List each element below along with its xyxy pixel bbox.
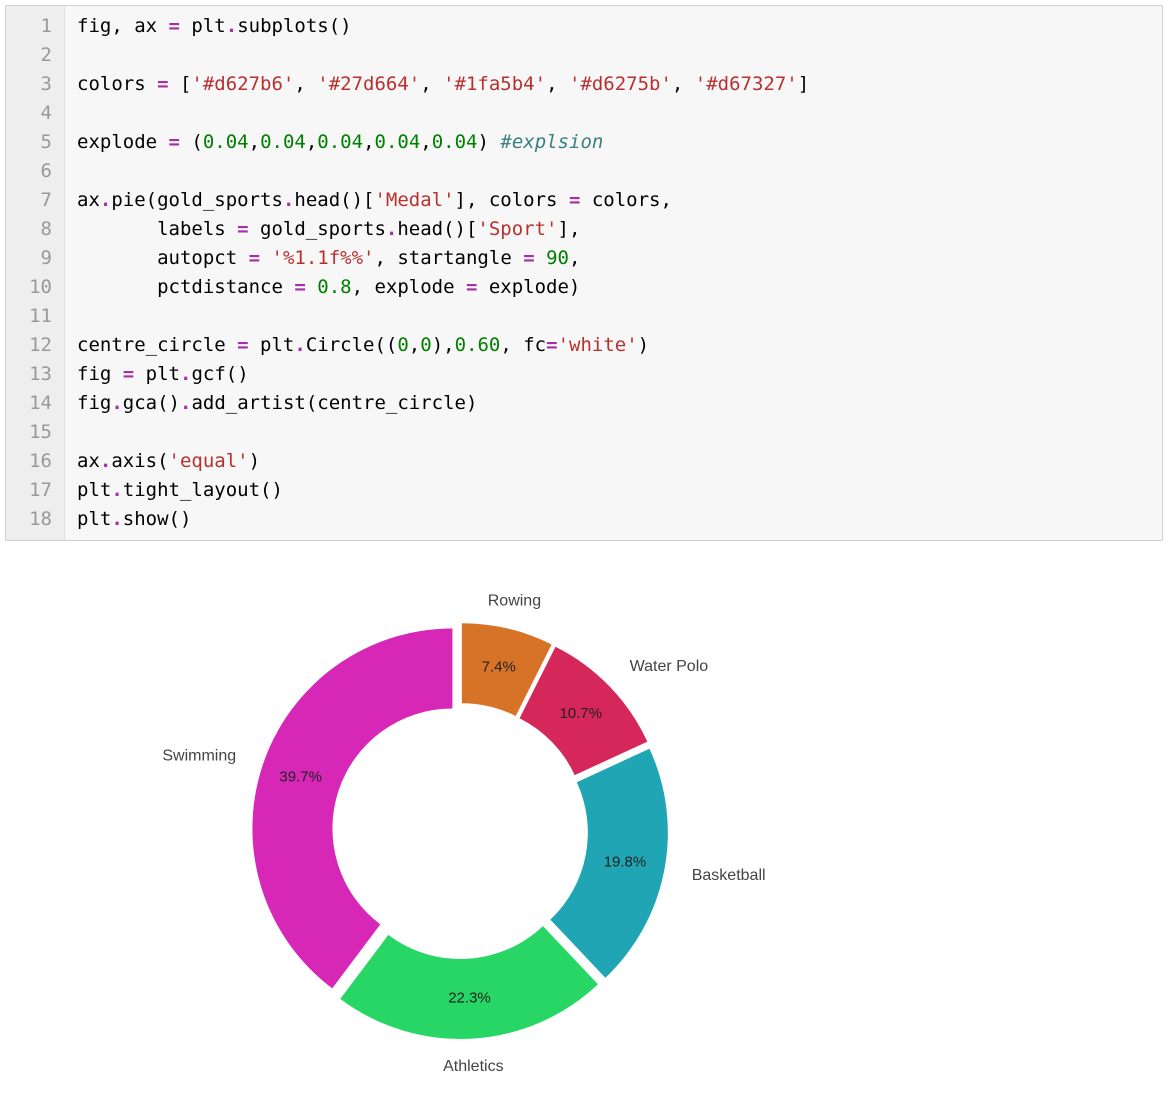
code-cell: 123456789101112131415161718 fig, ax = pl…: [5, 5, 1163, 541]
code-line: autopct = '%1.1f%%', startangle = 90,: [77, 244, 1150, 273]
line-number: 11: [18, 302, 54, 331]
code-line: colors = ['#d627b6', '#27d664', '#1fa5b4…: [77, 70, 1150, 99]
pct-label: 39.7%: [279, 769, 322, 786]
line-number: 13: [18, 360, 54, 389]
code-line: centre_circle = plt.Circle((0,0),0.60, f…: [77, 331, 1150, 360]
code-line: pctdistance = 0.8, explode = explode): [77, 273, 1150, 302]
line-number: 14: [18, 389, 54, 418]
code-line: labels = gold_sports.head()['Sport'],: [77, 215, 1150, 244]
slice-label: Basketball: [692, 867, 766, 884]
donut-slice: [340, 926, 598, 1039]
code-line: [77, 157, 1150, 186]
code-content[interactable]: fig, ax = plt.subplots() colors = ['#d62…: [65, 6, 1162, 540]
code-line: fig = plt.gcf(): [77, 360, 1150, 389]
line-number: 5: [18, 128, 54, 157]
code-line: ax.pie(gold_sports.head()['Medal'], colo…: [77, 186, 1150, 215]
code-line-gutter: 123456789101112131415161718: [6, 6, 65, 540]
line-number: 15: [18, 418, 54, 447]
code-line: explode = (0.04,0.04,0.04,0.04,0.04) #ex…: [77, 128, 1150, 157]
pct-label: 22.3%: [448, 990, 491, 1007]
code-line: [77, 302, 1150, 331]
line-number: 9: [18, 244, 54, 273]
line-number: 8: [18, 215, 54, 244]
code-line: [77, 418, 1150, 447]
code-line: fig, ax = plt.subplots(): [77, 12, 1150, 41]
line-number: 4: [18, 99, 54, 128]
slice-label: Swimming: [162, 747, 236, 764]
line-number: 2: [18, 41, 54, 70]
pct-label: 19.8%: [604, 854, 647, 871]
code-line: fig.gca().add_artist(centre_circle): [77, 389, 1150, 418]
pct-label: 10.7%: [559, 705, 602, 722]
slice-label: Water Polo: [630, 658, 709, 675]
line-number: 1: [18, 12, 54, 41]
code-line: [77, 41, 1150, 70]
line-number: 3: [18, 70, 54, 99]
code-line: ax.axis('equal'): [77, 447, 1150, 476]
pct-label: 7.4%: [482, 658, 516, 675]
donut-slice: [252, 628, 452, 988]
slice-label: Rowing: [488, 593, 541, 610]
line-number: 16: [18, 447, 54, 476]
code-line: [77, 99, 1150, 128]
line-number: 6: [18, 157, 54, 186]
slice-label: Athletics: [443, 1058, 503, 1075]
line-number: 12: [18, 331, 54, 360]
chart-output: 39.7% Swimming 22.3% Athletics 19.8% Basketba…: [120, 551, 820, 1116]
code-line: plt.show(): [77, 505, 1150, 534]
line-number: 18: [18, 505, 54, 534]
line-number: 10: [18, 273, 54, 302]
code-line: plt.tight_layout(): [77, 476, 1150, 505]
line-number: 17: [18, 476, 54, 505]
line-number: 7: [18, 186, 54, 215]
donut-chart: 39.7% Swimming 22.3% Athletics 19.8% Basketba…: [120, 551, 820, 1111]
